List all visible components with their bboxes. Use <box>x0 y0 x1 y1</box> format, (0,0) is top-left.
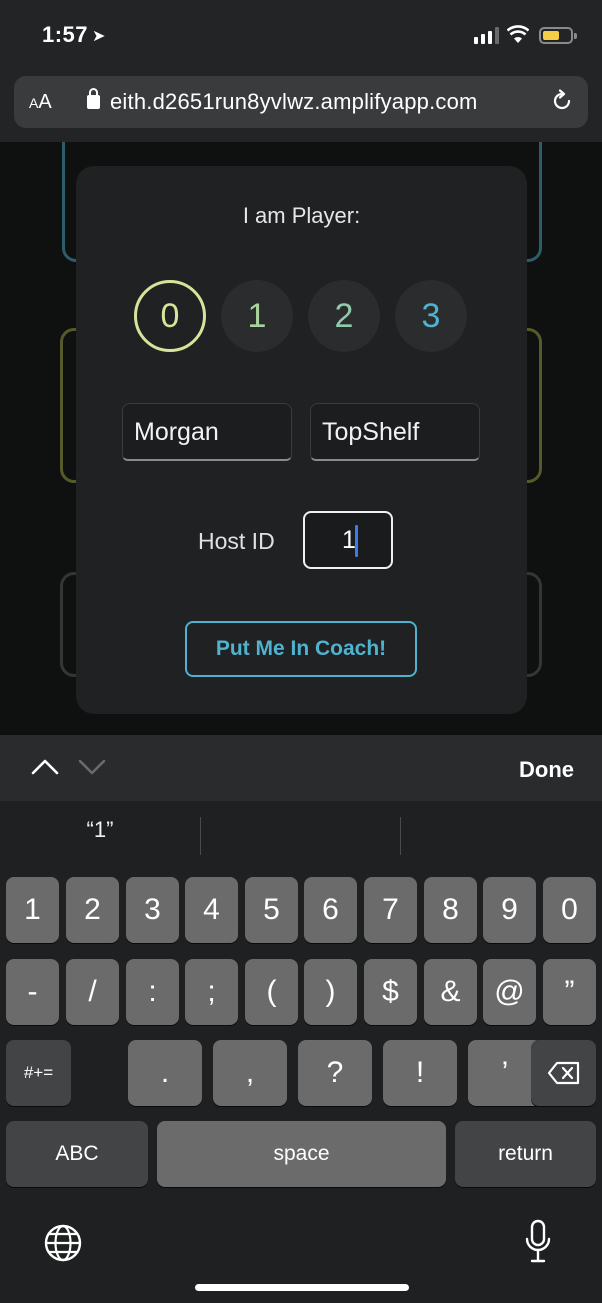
digit-key[interactable]: 1 <box>6 877 59 943</box>
url-text[interactable]: eith.d2651run8yvlwz.amplifyapp.com <box>110 89 478 115</box>
first-name-field[interactable]: Morgan <box>122 403 292 461</box>
home-indicator <box>195 1284 409 1291</box>
suggestion-1[interactable]: “1” <box>0 817 200 843</box>
keyboard-accessory-bar: Done <box>0 735 602 801</box>
chevron-down-icon[interactable] <box>77 757 107 777</box>
punctuation-key[interactable]: . <box>128 1040 202 1106</box>
symbol-key[interactable]: & <box>424 959 477 1025</box>
abc-key[interactable]: ABC <box>6 1121 148 1187</box>
lock-icon <box>87 88 100 109</box>
done-button[interactable]: Done <box>519 757 574 783</box>
symbol-key[interactable]: ” <box>543 959 596 1025</box>
last-name-field[interactable]: TopShelf <box>310 403 480 461</box>
punctuation-key[interactable]: ! <box>383 1040 457 1106</box>
cellular-signal-icon <box>474 27 499 44</box>
symbol-key[interactable]: ; <box>185 959 238 1025</box>
microphone-icon[interactable] <box>524 1219 552 1265</box>
punctuation-key[interactable]: , <box>213 1040 287 1106</box>
address-bar[interactable]: AA eith.d2651run8yvlwz.amplifyapp.com <box>14 76 588 128</box>
return-key[interactable]: return <box>455 1121 596 1187</box>
symbol-key[interactable]: ( <box>245 959 298 1025</box>
player-3-button[interactable]: 3 <box>395 280 467 352</box>
digit-key[interactable]: 8 <box>424 877 477 943</box>
first-name-value: Morgan <box>134 418 219 446</box>
punctuation-key[interactable]: ? <box>298 1040 372 1106</box>
chevron-up-icon[interactable] <box>30 757 60 777</box>
space-key[interactable]: space <box>157 1121 446 1187</box>
backspace-icon <box>547 1061 579 1085</box>
last-name-value: TopShelf <box>322 418 420 446</box>
host-id-input[interactable]: 1 <box>303 511 393 569</box>
symbol-key[interactable]: : <box>126 959 179 1025</box>
symbol-key[interactable]: - <box>6 959 59 1025</box>
reader-settings-button[interactable]: AA <box>29 91 52 114</box>
host-id-label: Host ID <box>198 528 275 554</box>
digit-key[interactable]: 7 <box>364 877 417 943</box>
globe-icon[interactable] <box>43 1223 83 1263</box>
text-caret <box>355 525 358 557</box>
clock: 1:57 <box>42 22 89 47</box>
symbol-key[interactable]: @ <box>483 959 536 1025</box>
digit-key[interactable]: 3 <box>126 877 179 943</box>
symbols-key[interactable]: #+= <box>6 1040 71 1106</box>
keyboard: “1” 1234567890 - /:;() $ & @” #+= .,?!’ ABC … <box>0 801 602 1303</box>
digit-key[interactable]: 0 <box>543 877 596 943</box>
digit-key[interactable]: 6 <box>304 877 357 943</box>
dialog-title: I am Player: <box>242 203 361 228</box>
reload-icon[interactable] <box>550 89 574 113</box>
symbol-key[interactable]: / <box>66 959 119 1025</box>
digit-key[interactable]: 9 <box>483 877 536 943</box>
symbol-key[interactable]: $ <box>364 959 417 1025</box>
status-bar: 1:57 ➤ <box>0 0 602 72</box>
browser-toolbar: AA eith.d2651run8yvlwz.amplifyapp.com <box>0 72 602 142</box>
wifi-icon <box>507 25 529 43</box>
host-id-value: 1 <box>342 526 356 554</box>
backspace-key[interactable] <box>531 1040 596 1106</box>
join-button[interactable]: Put Me In Coach! <box>185 621 417 677</box>
player-0-button[interactable]: 0 <box>134 280 206 352</box>
symbol-key[interactable]: ) <box>304 959 357 1025</box>
join-game-dialog: I am Player: 0 1 2 3 Morgan TopShelf Hos… <box>76 166 527 714</box>
digit-key[interactable]: 2 <box>66 877 119 943</box>
suggestion-divider <box>400 817 401 855</box>
player-1-button[interactable]: 1 <box>221 280 293 352</box>
location-arrow-icon: ➤ <box>92 28 106 45</box>
battery-icon <box>539 27 577 44</box>
digit-key[interactable]: 5 <box>245 877 298 943</box>
digit-key[interactable]: 4 <box>185 877 238 943</box>
player-2-button[interactable]: 2 <box>308 280 380 352</box>
suggestion-divider <box>200 817 201 855</box>
